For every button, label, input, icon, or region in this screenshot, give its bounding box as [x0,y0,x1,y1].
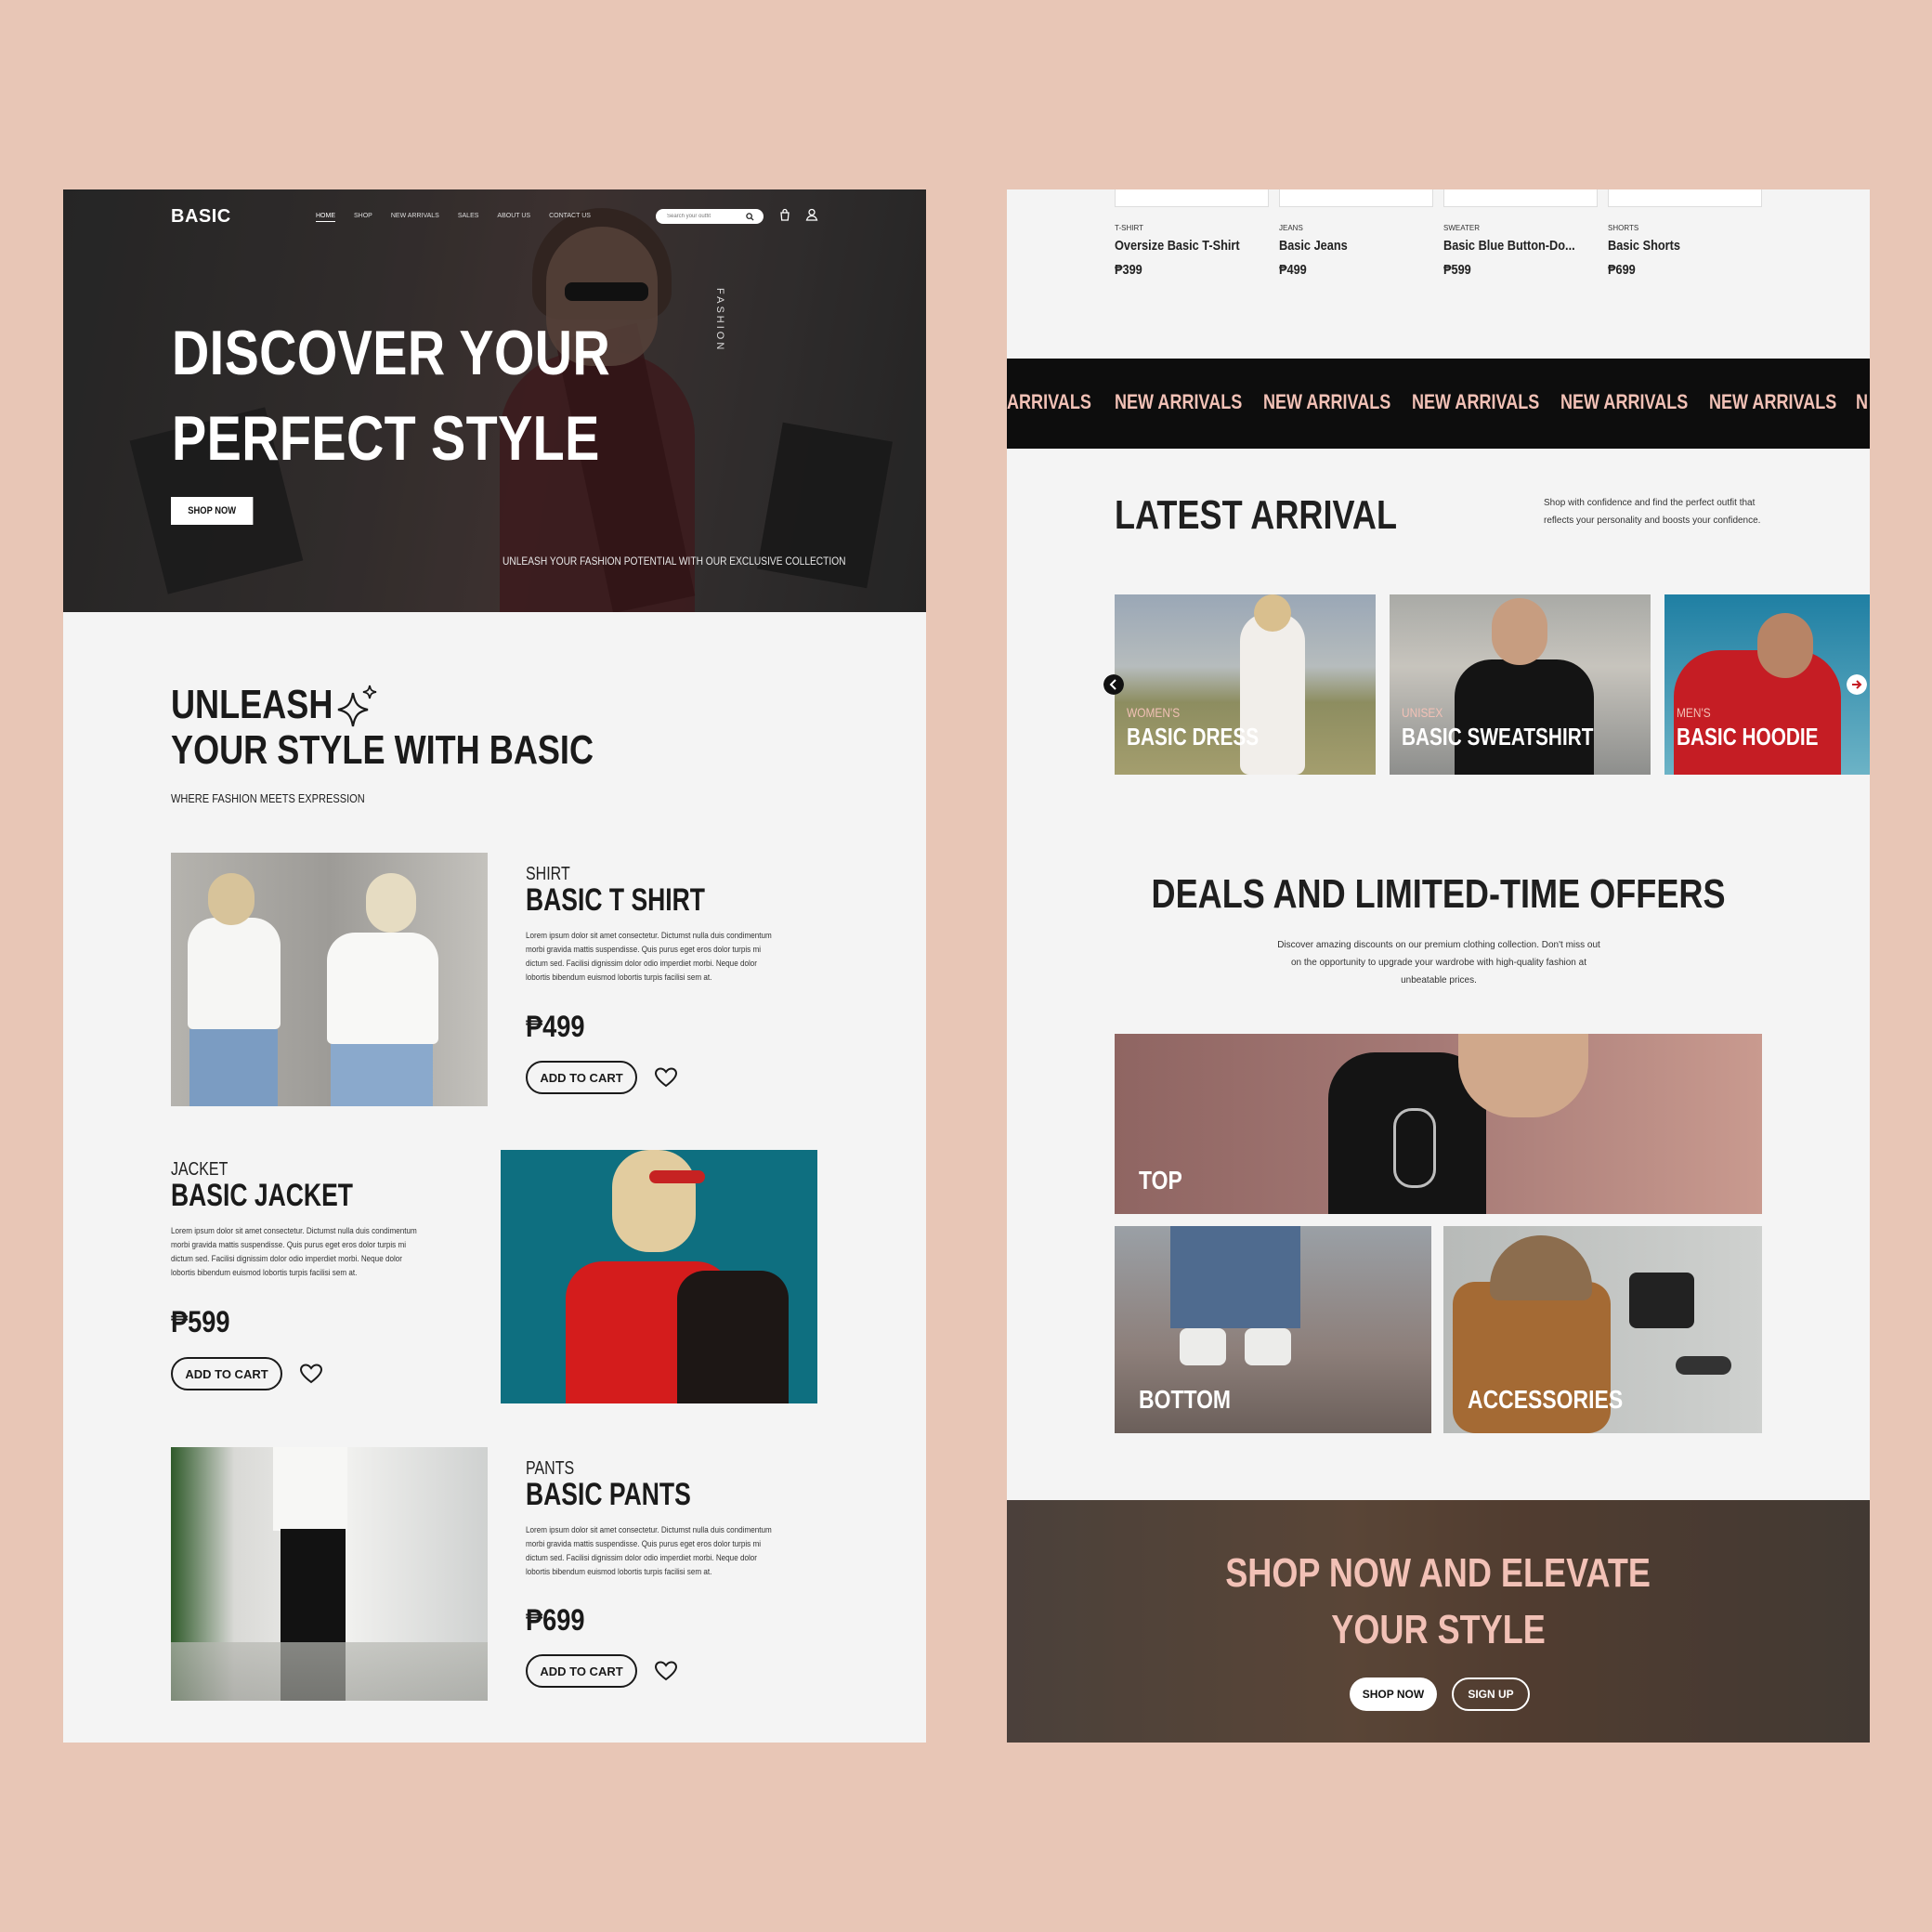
carousel-next-icon[interactable] [1847,674,1867,695]
product-name[interactable]: BASIC PANTS [526,1477,691,1513]
ticker-item: NEW ARRIVALS [1560,390,1689,413]
hero-tagline: UNLEASH YOUR FASHION POTENTIAL WITH OUR … [503,555,846,568]
product-price: ₱699 [526,1603,585,1637]
thumb-name[interactable]: Basic Blue Button-Do... [1443,238,1575,254]
thumb-name[interactable]: Oversize Basic T-Shirt [1115,238,1240,254]
hero-banner: BASIC HOME SHOP NEW ARRIVALS SALES ABOUT… [63,189,926,612]
deal-tile-accessories[interactable]: ACCESSORIES [1443,1226,1762,1433]
product-name[interactable]: BASIC T SHIRT [526,882,705,919]
arrival-name: BASIC DRESS [1127,723,1260,751]
arrival-category: WOMEN'S [1127,705,1181,720]
new-arrivals-ticker: ARRIVALS NEW ARRIVALS NEW ARRIVALS NEW A… [1007,359,1870,449]
deal-label: BOTTOM [1139,1385,1232,1414]
arrival-category: MEN'S [1677,705,1711,720]
thumb-price: ₱499 [1279,262,1307,278]
carousel-prev-icon[interactable] [1103,674,1124,695]
ticker-item: N [1856,390,1869,413]
cta-sign-up-button[interactable]: SIGN UP [1452,1677,1530,1711]
cta-shop-now-button[interactable]: SHOP NOW [1350,1677,1437,1711]
thumb-price: ₱699 [1608,262,1636,278]
nav-home[interactable]: HOME [316,213,335,222]
arrival-category: UNISEX [1402,705,1443,720]
cta-title: SHOP NOW AND ELEVATE YOUR STYLE [1225,1550,1651,1652]
product-price: ₱599 [171,1305,230,1338]
home-page-left: BASIC HOME SHOP NEW ARRIVALS SALES ABOUT… [63,189,926,1743]
intro-heading: UNLEASH YOUR STYLE WITH BASIC [171,682,594,773]
heart-icon[interactable] [654,1660,678,1682]
thumb-category: SWEATER [1443,224,1480,232]
cta-banner: SHOP NOW AND ELEVATE YOUR STYLE SHOP NOW… [1007,1500,1870,1743]
product-thumb-image[interactable] [1115,189,1269,207]
ticker-item: NEW ARRIVALS [1115,390,1243,413]
thumb-category: SHORTS [1608,224,1639,232]
product-thumb-image[interactable] [1279,189,1433,207]
search-input[interactable] [665,213,743,220]
product-image-jacket[interactable] [501,1150,817,1403]
home-page-right: T-SHIRT Oversize Basic T-Shirt ₱399 JEAN… [1007,189,1870,1743]
brand-logo[interactable]: BASIC [171,206,231,228]
product-description: Lorem ipsum dolor sit amet consectetur. … [526,931,772,982]
thumb-category: JEANS [1279,224,1303,232]
add-to-cart-button[interactable]: ADD TO CART [526,1654,637,1688]
product-description: Lorem ipsum dolor sit amet consectetur. … [171,1226,417,1277]
product-image-pants[interactable] [171,1447,488,1701]
arrival-name: BASIC SWEATSHIRT [1402,723,1594,751]
thumb-name[interactable]: Basic Shorts [1608,238,1680,254]
product-name[interactable]: BASIC JACKET [171,1178,353,1214]
ticker-item: NEW ARRIVALS [1709,390,1837,413]
hero-title: DISCOVER YOUR PERFECT STYLE [172,318,611,474]
nav-shop[interactable]: SHOP [354,213,372,222]
deal-label: ACCESSORIES [1468,1385,1624,1414]
product-description: Lorem ipsum dolor sit amet consectetur. … [526,1525,772,1576]
arrival-card-sweatshirt[interactable]: UNISEX BASIC SWEATSHIRT [1390,594,1651,775]
shopping-bag-icon[interactable] [777,207,792,222]
user-icon[interactable] [804,207,819,222]
latest-arrival-description: Shop with confidence and find the perfec… [1544,498,1761,526]
ticker-item: NEW ARRIVALS [1263,390,1391,413]
deal-label: TOP [1139,1166,1182,1194]
latest-arrival-title: LATEST ARRIVAL [1115,492,1397,538]
thumb-category: T-SHIRT [1115,224,1143,232]
product-price: ₱499 [526,1010,585,1043]
heart-icon[interactable] [654,1066,678,1089]
add-to-cart-button[interactable]: ADD TO CART [526,1061,637,1094]
deals-title: DEALS AND LIMITED-TIME OFFERS [1151,871,1726,917]
deals-description: Discover amazing discounts on our premiu… [1277,940,1600,986]
hero-side-label: FASHION [714,288,725,353]
nav-new-arrivals[interactable]: NEW ARRIVALS [391,213,439,222]
nav-sales[interactable]: SALES [458,213,479,222]
product-thumb-image[interactable] [1608,189,1762,207]
product-thumb-image[interactable] [1443,189,1598,207]
intro-tagline: WHERE FASHION MEETS EXPRESSION [171,791,365,805]
thumb-name[interactable]: Basic Jeans [1279,238,1348,254]
search-bar [656,209,764,224]
sparkle-icon [337,685,377,727]
product-image-t-shirt[interactable] [171,853,488,1106]
heart-icon[interactable] [299,1363,323,1385]
ticker-item: NEW ARRIVALS [1412,390,1540,413]
arrival-card-hoodie[interactable]: MEN'S BASIC HOODIE [1664,594,1870,775]
thumb-price: ₱599 [1443,262,1471,278]
nav-about-us[interactable]: ABOUT US [497,213,530,222]
search-icon[interactable] [746,213,754,221]
add-to-cart-button[interactable]: ADD TO CART [171,1357,282,1390]
arrival-card-dress[interactable]: WOMEN'S BASIC DRESS [1115,594,1376,775]
ticker-item: ARRIVALS [1007,390,1091,413]
hero-shop-now-button[interactable]: SHOP NOW [171,497,254,525]
deal-tile-bottom[interactable]: BOTTOM [1115,1226,1431,1433]
main-nav: HOME SHOP NEW ARRIVALS SALES ABOUT US CO… [316,213,591,222]
thumb-price: ₱399 [1115,262,1142,278]
arrival-name: BASIC HOODIE [1677,723,1819,751]
nav-contact-us[interactable]: CONTACT US [549,213,591,222]
deal-tile-top[interactable]: TOP [1115,1034,1762,1214]
